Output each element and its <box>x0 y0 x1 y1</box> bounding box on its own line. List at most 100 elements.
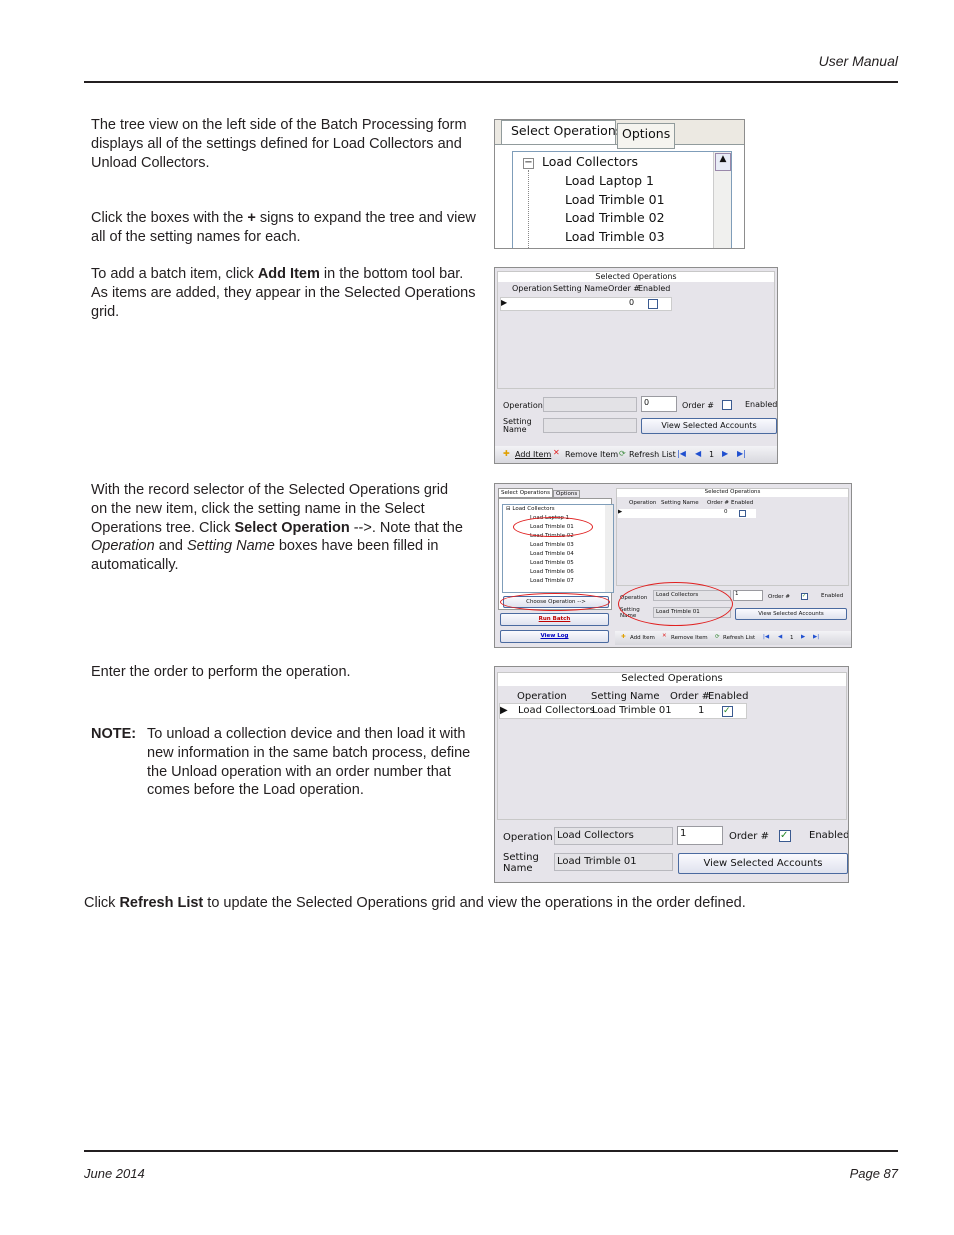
prev-page-icon[interactable]: ◀ <box>778 634 782 640</box>
col-setting-name[interactable]: Setting Name <box>661 500 699 506</box>
col-enabled[interactable]: Enabled <box>708 691 748 702</box>
footer-page-number: Page 87 <box>849 1166 898 1181</box>
tree-item[interactable]: Load Trimble 03 <box>565 229 665 244</box>
screenshot-add-item: Selected Operations Operation Setting Na… <box>494 267 778 464</box>
setting-name-label: Setting Name <box>503 852 539 874</box>
order-value: 1 <box>680 828 687 839</box>
col-enabled[interactable]: Enabled <box>638 284 670 293</box>
tree-item[interactable]: Load Trimble 01 <box>565 192 665 207</box>
next-page-icon[interactable]: ▶ <box>801 634 805 640</box>
enabled-label: Enabled <box>745 400 778 409</box>
scrollbar[interactable] <box>605 505 613 592</box>
col-operation[interactable]: Operation <box>629 500 656 506</box>
table-row[interactable]: ▶ 0 <box>500 297 672 311</box>
text: Click <box>84 895 120 911</box>
next-page-icon[interactable]: ▶ <box>722 449 728 458</box>
record-selector-icon: ▶ <box>618 509 623 515</box>
tab-select-operations[interactable]: Select Operations <box>501 120 622 144</box>
enabled-checkbox-checked[interactable]: ✓ <box>722 706 733 717</box>
tree-root[interactable]: Load Collectors <box>542 154 638 169</box>
selected-operations-grid: Selected Operations Operation Setting Na… <box>616 488 849 586</box>
col-order[interactable]: Order # <box>608 284 640 293</box>
view-selected-accounts-button[interactable]: View Selected Accounts <box>641 418 777 434</box>
paragraph-tree-view: The tree view on the left side of the Ba… <box>91 117 467 171</box>
add-item-button[interactable]: Add Item <box>630 635 655 641</box>
grid-title: Selected Operations <box>617 489 848 497</box>
col-enabled[interactable]: Enabled <box>731 500 753 506</box>
enabled-checkbox-checked[interactable]: ✓ <box>801 593 808 600</box>
tree-panel: ⊟ Load Collectors Load Laptop 1 Load Tri… <box>498 498 614 611</box>
tree-item[interactable]: Load Trimble 05 <box>530 560 574 566</box>
enabled-checkbox[interactable] <box>739 510 746 517</box>
last-page-icon[interactable]: ▶| <box>737 449 746 458</box>
order-field[interactable]: 1 <box>677 826 723 845</box>
col-operation[interactable]: Operation <box>517 691 567 702</box>
header-title: User Manual <box>818 53 898 69</box>
first-page-icon[interactable]: |◀ <box>677 449 686 458</box>
paragraph-select-operation: With the record selector of the Selected… <box>91 481 466 575</box>
tree-root[interactable]: ⊟ Load Collectors <box>506 506 555 512</box>
record-selector-icon: ▶ <box>501 298 508 307</box>
text-italic: Operation <box>91 538 155 555</box>
col-order[interactable]: Order # <box>670 691 710 702</box>
order-label: Order # <box>729 831 769 842</box>
table-row[interactable]: ▶ Load Collectors Load Trimble 01 1 ✓ <box>499 703 747 719</box>
enabled-checkbox[interactable] <box>648 299 658 309</box>
text-bold: + <box>247 210 256 226</box>
tree-item[interactable]: Load Trimble 02 <box>565 210 665 225</box>
remove-item-button[interactable]: Remove Item <box>565 450 618 459</box>
text: -->. Note that the <box>349 519 463 536</box>
tree-item[interactable]: Load Trimble 03 <box>530 542 574 548</box>
col-setting-name[interactable]: Setting Name <box>591 691 660 702</box>
screenshot-choose-operation: Select Operations Options ⊟ Load Collect… <box>494 483 852 648</box>
collapse-icon[interactable]: − <box>523 158 534 169</box>
refresh-list-button[interactable]: Refresh List <box>629 450 676 459</box>
order-cell: 0 <box>724 509 728 515</box>
highlight-ellipse <box>618 582 733 626</box>
setting-name-field[interactable] <box>543 418 637 433</box>
page-number[interactable]: 1 <box>709 450 714 459</box>
grid-title: Selected Operations <box>498 673 846 686</box>
operation-field[interactable] <box>543 397 637 412</box>
paragraph-expand: Click the boxes with the + signs to expa… <box>91 209 483 247</box>
refresh-icon: ⟳ <box>715 634 720 640</box>
operation-label: Operation <box>503 832 553 843</box>
tab-options[interactable]: Options <box>553 490 581 498</box>
order-field[interactable]: 1 <box>733 590 763 601</box>
scroll-up-icon[interactable]: ▲ <box>715 153 731 171</box>
view-log-button[interactable]: View Log <box>500 630 609 643</box>
tree-item[interactable]: Load Trimble 04 <box>530 551 574 557</box>
run-batch-button[interactable]: Run Batch <box>500 613 609 626</box>
setting-name-field[interactable]: Load Trimble 01 <box>554 853 673 871</box>
scrollbar[interactable]: ▲ <box>713 152 731 248</box>
remove-item-button[interactable]: Remove Item <box>671 635 708 641</box>
text: to update the Selected Operations grid a… <box>203 895 746 911</box>
col-setting-name[interactable]: Setting Name <box>553 284 608 293</box>
add-item-button[interactable]: Add Item <box>515 450 551 459</box>
col-order[interactable]: Order # <box>707 500 729 506</box>
first-page-icon[interactable]: |◀ <box>763 634 769 640</box>
tab-options[interactable]: Options <box>617 123 676 149</box>
operation-value: Load Collectors <box>557 830 634 841</box>
view-selected-accounts-button[interactable]: View Selected Accounts <box>735 608 847 620</box>
text: To add a batch item, click <box>91 266 258 282</box>
footer-date: June 2014 <box>84 1166 145 1181</box>
text-bold: Select Operation <box>234 519 350 536</box>
enabled-checkbox-checked[interactable]: ✓ <box>779 830 791 842</box>
enabled-checkbox[interactable] <box>722 400 732 410</box>
tab-select-operations[interactable]: Select Operations <box>498 488 553 498</box>
tree-item[interactable]: Load Laptop 1 <box>565 173 654 188</box>
operation-field[interactable]: Load Collectors <box>554 827 673 845</box>
prev-page-icon[interactable]: ◀ <box>695 449 701 458</box>
paragraph-order: Enter the order to perform the operation… <box>91 664 351 680</box>
refresh-list-button[interactable]: Refresh List <box>723 635 755 641</box>
tree-item[interactable]: Load Trimble 06 <box>530 569 574 575</box>
last-page-icon[interactable]: ▶| <box>813 634 819 640</box>
col-operation[interactable]: Operation <box>512 284 552 293</box>
view-selected-accounts-button[interactable]: View Selected Accounts <box>678 853 848 874</box>
order-field[interactable]: 0 <box>641 396 677 412</box>
tree-item[interactable]: Load Trimble 07 <box>530 578 574 584</box>
table-row[interactable]: ▶ 0 <box>618 509 756 518</box>
page-number[interactable]: 1 <box>790 635 794 641</box>
order-cell: 1 <box>698 705 705 716</box>
